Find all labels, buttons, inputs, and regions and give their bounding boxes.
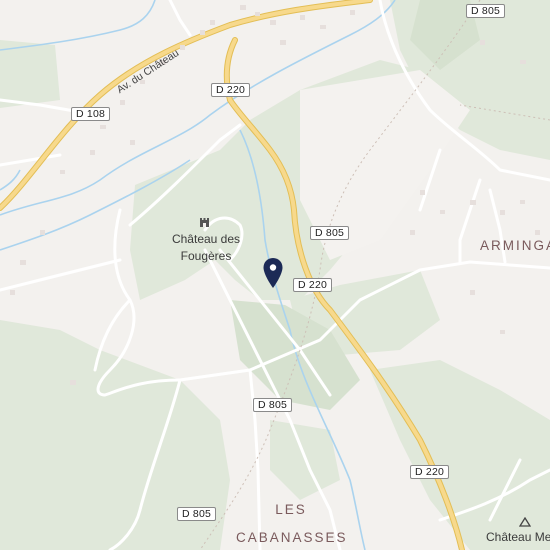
location-pin-icon[interactable] bbox=[262, 257, 284, 294]
road-shield-d805: D 805 bbox=[310, 226, 350, 240]
road-shield-d220: D 220 bbox=[293, 278, 333, 292]
place-label-les-cabanasses: LES CABANASSES bbox=[236, 502, 348, 545]
map-view[interactable]: D 805 D 220 D 108 D 805 D 220 D 805 D 22… bbox=[0, 0, 550, 550]
place-label-armingal: ARMINGA bbox=[480, 238, 550, 253]
road-shield-d220: D 220 bbox=[410, 465, 450, 479]
poi-label-chateau-me[interactable]: Château Me bbox=[486, 529, 550, 546]
road-shield-d108: D 108 bbox=[71, 107, 111, 121]
road-shield-d220: D 220 bbox=[211, 83, 251, 97]
poi-label-line: Fougères bbox=[180, 249, 232, 263]
road-shield-d805: D 805 bbox=[253, 398, 293, 412]
road-shield-d805: D 805 bbox=[177, 507, 217, 521]
poi-label-chateau-des-fougeres[interactable]: Château des Fougères bbox=[166, 231, 246, 265]
road-shield-d805: D 805 bbox=[466, 4, 506, 18]
forest-area bbox=[0, 40, 60, 108]
poi-label-line: Château des bbox=[171, 232, 241, 246]
